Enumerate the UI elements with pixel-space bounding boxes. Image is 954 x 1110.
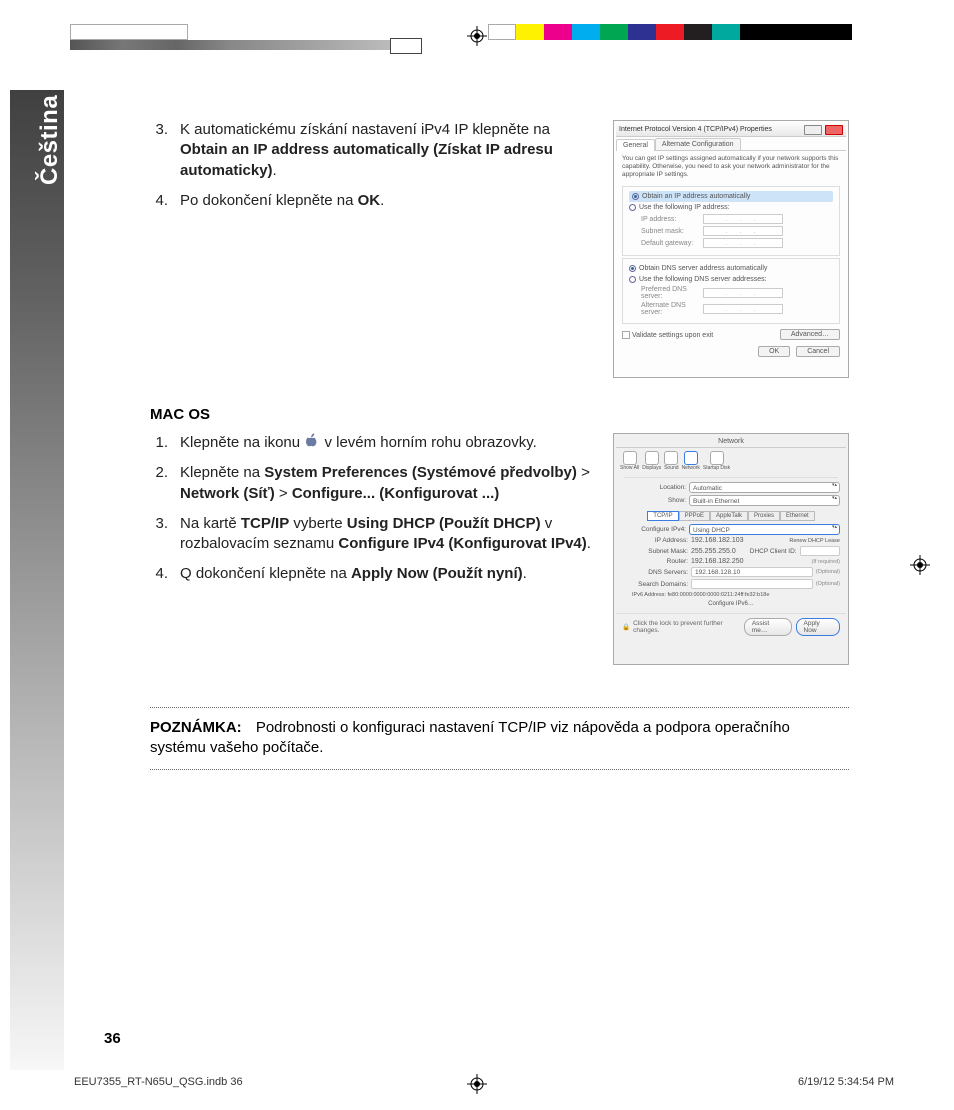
dialog-description: You can get IP settings assigned automat… bbox=[616, 151, 846, 184]
macos-heading: MAC OS bbox=[150, 406, 849, 423]
list-item: 2. Klepněte na System Preferences (Systé… bbox=[150, 463, 595, 504]
dialog-title: Internet Protocol Version 4 (TCP/IPv4) P… bbox=[619, 126, 772, 133]
list-item: 3. Na kartě TCP/IP vyberte Using DHCP (P… bbox=[150, 514, 595, 555]
step-number: 4. bbox=[150, 191, 168, 211]
windows-ipv4-dialog-screenshot: Internet Protocol Version 4 (TCP/IPv4) P… bbox=[613, 120, 849, 378]
macos-network-dialog-screenshot: Network Show All Displays Sound Network … bbox=[613, 433, 849, 665]
radio-obtain-ip-auto: Obtain an IP address automatically bbox=[629, 191, 833, 202]
registration-mark-icon bbox=[910, 555, 930, 575]
tab-general: General bbox=[616, 139, 655, 151]
dialog-title: Network bbox=[616, 436, 846, 448]
assist-button: Assist me… bbox=[744, 618, 792, 636]
step-number: 3. bbox=[150, 120, 168, 181]
sound-icon bbox=[664, 451, 678, 465]
tab-pppoe: PPPoE bbox=[679, 511, 710, 521]
displays-icon bbox=[645, 451, 659, 465]
page-number: 36 bbox=[104, 1030, 121, 1047]
step-text: Na kartě TCP/IP vyberte Using DHCP (Použ… bbox=[180, 514, 595, 555]
help-icon bbox=[804, 125, 822, 135]
step-text: Q dokončení klepněte na Apply Now (Použí… bbox=[180, 564, 595, 584]
ok-button: OK bbox=[758, 346, 790, 357]
registration-mark-icon bbox=[467, 26, 487, 46]
tab-ethernet: Ethernet bbox=[780, 511, 815, 521]
page-content: 3. K automatickému získání nastavení iPv… bbox=[150, 120, 849, 770]
footer-timestamp: 6/19/12 5:34:54 PM bbox=[798, 1076, 894, 1088]
step-text: Po dokončení klepněte na OK. bbox=[180, 191, 595, 211]
renew-lease-button: Renew DHCP Lease bbox=[789, 538, 840, 544]
step-number: 2. bbox=[150, 463, 168, 504]
language-tab: Čeština bbox=[10, 90, 64, 1070]
printer-grey-strip bbox=[70, 40, 390, 50]
tab-tcpip: TCP/IP bbox=[647, 511, 678, 521]
list-item: 4. Po dokončení klepněte na OK. bbox=[150, 191, 595, 211]
cancel-button: Cancel bbox=[796, 346, 840, 357]
tab-appletalk: AppleTalk bbox=[710, 511, 748, 521]
radio-use-following-ip: Use the following IP address: bbox=[629, 202, 833, 213]
network-icon bbox=[684, 451, 698, 465]
note-box: POZNÁMKA: Podrobnosti o konfiguraci nast… bbox=[150, 707, 849, 770]
print-footer: EEU7355_RT-N65U_QSG.indb 36 6/19/12 5:34… bbox=[74, 1076, 894, 1088]
radio-use-following-dns: Use the following DNS server addresses: bbox=[629, 274, 833, 285]
apply-now-button: Apply Now bbox=[796, 618, 840, 636]
step-number: 3. bbox=[150, 514, 168, 555]
lock-icon: 🔒 bbox=[622, 623, 630, 631]
showall-icon bbox=[623, 451, 637, 465]
list-item: 3. K automatickému získání nastavení iPv… bbox=[150, 120, 595, 181]
radio-obtain-dns-auto: Obtain DNS server address automatically bbox=[629, 263, 833, 274]
validate-checkbox: Validate settings upon exit bbox=[622, 331, 713, 339]
configure-ipv6-button: Configure IPv6… bbox=[708, 601, 754, 607]
show-select: Built-in Ethernet bbox=[689, 495, 840, 506]
startup-disk-icon bbox=[710, 451, 724, 465]
configure-ipv4-select: Using DHCP bbox=[689, 524, 840, 535]
step-number: 4. bbox=[150, 564, 168, 584]
advanced-button: Advanced… bbox=[780, 329, 840, 340]
list-item: 4. Q dokončení klepněte na Apply Now (Po… bbox=[150, 564, 595, 584]
printer-color-bar bbox=[70, 24, 914, 40]
tab-alternate: Alternate Configuration bbox=[655, 138, 741, 150]
language-label: Čeština bbox=[36, 95, 64, 185]
note-label: POZNÁMKA: bbox=[150, 719, 242, 736]
step-text: Klepněte na ikonu v levém horním rohu ob… bbox=[180, 433, 595, 453]
list-item: 1. Klepněte na ikonu v levém horním rohu… bbox=[150, 433, 595, 453]
apple-logo-icon bbox=[304, 433, 320, 449]
tab-proxies: Proxies bbox=[748, 511, 780, 521]
footer-filename: EEU7355_RT-N65U_QSG.indb 36 bbox=[74, 1076, 243, 1088]
step-text: K automatickému získání nastavení iPv4 I… bbox=[180, 120, 595, 181]
step-number: 1. bbox=[150, 433, 168, 453]
location-select: Automatic bbox=[689, 482, 840, 493]
note-text: Podrobnosti o konfiguraci nastavení TCP/… bbox=[150, 719, 790, 756]
close-icon bbox=[825, 125, 843, 135]
step-text: Klepněte na System Preferences (Systémov… bbox=[180, 463, 595, 504]
